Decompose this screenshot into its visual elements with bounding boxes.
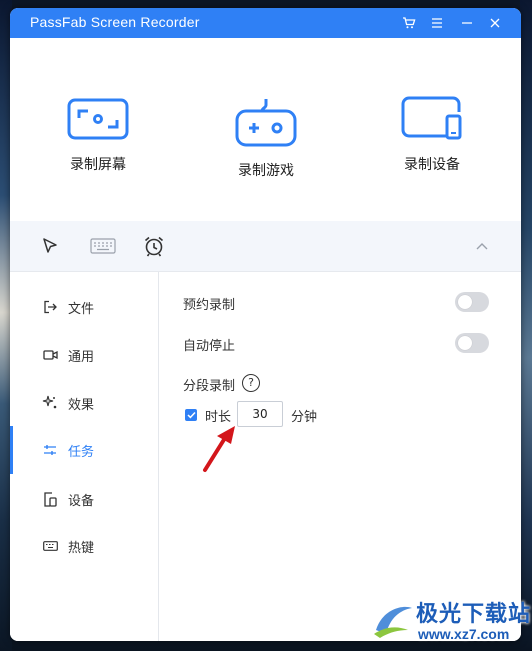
sidebar-item-effects[interactable]: 效果 [10,383,158,423]
app-window: PassFab Screen Recorder 录制屏幕 录制游戏 录制设备 文… [10,8,521,641]
duration-label: 时长 [205,410,232,425]
sidebar-item-device[interactable]: 设备 [10,479,158,519]
record-game-label: 录制游戏 [238,163,294,179]
sidebar-item-label: 文件 [68,302,95,317]
sliders-icon [42,442,58,458]
app-title: PassFab Screen Recorder [30,14,200,30]
minimize-icon[interactable] [456,12,478,34]
watermark-name: 极光下载站 [416,602,532,627]
aurora-logo-icon [374,606,412,638]
record-game-button[interactable]: 录制游戏 [206,96,326,180]
devices-icon [42,491,58,507]
sidebar-item-general[interactable]: 通用 [10,335,158,375]
cart-icon[interactable] [398,12,420,34]
auto-stop-toggle[interactable] [455,333,489,353]
annotation-arrow-icon [203,426,235,472]
toggle-knob [458,295,472,309]
scheduled-recording-toggle[interactable] [455,292,489,312]
settings-sidebar: 文件 通用 效果 任务 设备 热键 [10,272,159,641]
scheduled-recording-label: 预约录制 [183,298,236,313]
sidebar-item-task[interactable]: 任务 [10,426,158,474]
sidebar-item-hotkeys[interactable]: 热键 [10,526,158,566]
keyboard-icon [42,538,58,554]
help-icon[interactable]: ? [242,374,260,392]
chevron-up-icon[interactable] [467,233,497,259]
sidebar-item-label: 效果 [68,398,95,413]
recording-modes: 录制屏幕 录制游戏 录制设备 [10,38,521,221]
desktop-wallpaper-right [520,0,532,651]
cursor-icon[interactable] [35,233,65,259]
record-screen-button[interactable]: 录制屏幕 [38,96,158,174]
close-icon[interactable] [484,12,506,34]
record-device-button[interactable]: 录制设备 [372,96,492,174]
site-watermark: 极光下载站 www.xz7.com [372,596,532,651]
sidebar-item-label: 通用 [68,350,95,365]
tool-bar [10,221,521,272]
sidebar-item-label: 任务 [68,445,95,460]
record-device-label: 录制设备 [404,157,460,173]
sidebar-item-file[interactable]: 文件 [10,287,158,327]
screen-record-icon [67,98,129,140]
device-icon [401,96,462,140]
gamepad-icon [235,99,297,147]
alarm-clock-icon[interactable] [139,233,169,259]
toggle-knob [458,336,472,350]
sidebar-item-label: 热键 [68,541,95,556]
task-settings-panel: 预约录制 自动停止 分段录制 ? 时长 分钟 [159,272,521,641]
export-icon [42,299,58,315]
duration-input[interactable] [237,401,283,427]
menu-icon[interactable] [426,12,448,34]
checkmark-icon [186,411,196,419]
segment-recording-label: 分段录制 [183,379,236,394]
sidebar-item-label: 设备 [68,494,95,509]
sparkle-icon [42,395,58,411]
auto-stop-label: 自动停止 [183,339,236,354]
keyboard-icon[interactable] [88,233,118,259]
watermark-url: www.xz7.com [418,626,510,642]
title-bar: PassFab Screen Recorder [10,8,521,38]
duration-unit-label: 分钟 [291,410,318,425]
camera-icon [42,347,58,363]
duration-checkbox[interactable] [185,409,197,421]
record-screen-label: 录制屏幕 [70,157,126,173]
